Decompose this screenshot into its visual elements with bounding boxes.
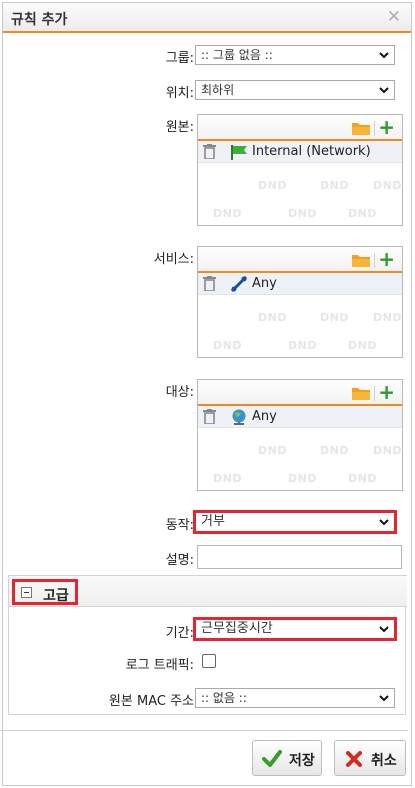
description-label: 설명: bbox=[165, 553, 194, 568]
group-select[interactable]: :: 그룹 없음 :: bbox=[195, 45, 395, 65]
x-icon bbox=[346, 751, 362, 767]
watermark-text: DND bbox=[348, 339, 377, 352]
destination-list-toolbar: + bbox=[198, 380, 402, 406]
add-icon[interactable]: + bbox=[378, 381, 395, 403]
source-item-text: Internal (Network) bbox=[252, 144, 371, 159]
globe-icon bbox=[232, 409, 246, 425]
cancel-button[interactable]: 취소 bbox=[334, 740, 406, 776]
add-icon[interactable]: + bbox=[378, 248, 395, 270]
dialog-footer bbox=[0, 730, 408, 731]
source-label: 원본: bbox=[165, 120, 194, 135]
service-list[interactable]: + Any DND DND DND DND DND DND bbox=[197, 246, 403, 358]
trash-icon[interactable] bbox=[203, 276, 216, 291]
chevron-down-icon bbox=[379, 87, 389, 94]
watermark-text: DND bbox=[348, 472, 377, 485]
position-select[interactable]: 최하위 bbox=[195, 80, 395, 100]
toolbar-divider bbox=[374, 253, 375, 268]
service-item-text: Any bbox=[252, 276, 277, 291]
watermark-text: DND bbox=[288, 472, 317, 485]
destination-label: 대상: bbox=[165, 385, 194, 400]
watermark-text: DND bbox=[213, 207, 242, 220]
folder-icon[interactable] bbox=[352, 121, 370, 135]
period-select[interactable]: 근무집중시간 bbox=[193, 617, 397, 641]
toolbar-divider bbox=[374, 121, 375, 136]
chevron-down-icon bbox=[379, 626, 389, 633]
watermark-text: DND bbox=[258, 179, 287, 192]
action-label: 동작: bbox=[165, 518, 194, 533]
cancel-button-label: 취소 bbox=[371, 752, 397, 768]
chevron-down-icon bbox=[379, 519, 389, 526]
period-label: 기간: bbox=[165, 626, 194, 641]
watermark-text: DND bbox=[320, 444, 349, 457]
period-select-value: 근무집중시간 bbox=[201, 621, 273, 636]
advanced-toggle[interactable]: 고급 bbox=[12, 579, 78, 605]
dialog-title: 규칙 추가 bbox=[11, 12, 68, 28]
watermark-text: DND bbox=[288, 207, 317, 220]
dialog-titlebar: 규칙 추가 ✕ bbox=[3, 3, 411, 33]
save-button[interactable]: 저장 bbox=[252, 740, 322, 776]
trash-icon[interactable] bbox=[203, 144, 216, 159]
destination-list[interactable]: + Any DND DND DND DND DND DND bbox=[197, 379, 403, 491]
watermark-text: DND bbox=[258, 444, 287, 457]
watermark-text: DND bbox=[373, 311, 402, 324]
source-list[interactable]: + Internal (Network) DND DND DND DND DND… bbox=[197, 114, 403, 226]
action-select[interactable]: 거부 bbox=[193, 510, 397, 534]
position-label: 위치: bbox=[165, 86, 194, 101]
source-mac-select-value: :: 없음 :: bbox=[201, 691, 247, 705]
service-label: 서비스: bbox=[153, 252, 194, 267]
advanced-header[interactable]: 고급 bbox=[9, 575, 407, 607]
close-icon[interactable]: ✕ bbox=[387, 7, 401, 27]
watermark-text: DND bbox=[320, 179, 349, 192]
chevron-down-icon bbox=[379, 695, 389, 702]
advanced-title: 고급 bbox=[43, 588, 69, 604]
chevron-down-icon bbox=[379, 52, 389, 59]
source-mac-select[interactable]: :: 없음 :: bbox=[195, 688, 395, 708]
log-traffic-checkbox[interactable] bbox=[202, 654, 216, 668]
toolbar-divider bbox=[374, 386, 375, 401]
watermark-text: DND bbox=[320, 311, 349, 324]
add-icon[interactable]: + bbox=[378, 116, 395, 138]
source-mac-label: 원본 MAC 주소 bbox=[108, 694, 194, 709]
watermark-text: DND bbox=[213, 472, 242, 485]
list-item[interactable]: Any bbox=[198, 273, 402, 295]
watermark-text: DND bbox=[258, 311, 287, 324]
watermark-text: DND bbox=[288, 339, 317, 352]
log-traffic-label: 로그 트래픽: bbox=[125, 658, 194, 673]
service-list-toolbar: + bbox=[198, 247, 402, 273]
collapse-icon[interactable] bbox=[21, 587, 32, 598]
trash-icon[interactable] bbox=[203, 409, 216, 424]
watermark-text: DND bbox=[348, 207, 377, 220]
destination-item-text: Any bbox=[252, 409, 277, 424]
save-button-label: 저장 bbox=[289, 752, 315, 768]
network-flag-icon bbox=[231, 145, 247, 160]
position-select-value: 최하위 bbox=[201, 83, 235, 97]
list-item[interactable]: Internal (Network) bbox=[198, 141, 402, 163]
watermark-text: DND bbox=[373, 444, 402, 457]
description-input[interactable] bbox=[197, 545, 402, 569]
group-select-value: :: 그룹 없음 :: bbox=[201, 48, 273, 62]
list-item[interactable]: Any bbox=[198, 406, 402, 428]
service-connector-icon bbox=[230, 276, 248, 292]
watermark-text: DND bbox=[213, 339, 242, 352]
source-list-toolbar: + bbox=[198, 115, 402, 141]
group-label: 그룹: bbox=[165, 51, 194, 66]
folder-icon[interactable] bbox=[352, 253, 370, 267]
action-select-value: 거부 bbox=[201, 514, 225, 529]
folder-icon[interactable] bbox=[352, 386, 370, 400]
checkmark-icon bbox=[262, 750, 282, 767]
watermark-text: DND bbox=[373, 179, 402, 192]
